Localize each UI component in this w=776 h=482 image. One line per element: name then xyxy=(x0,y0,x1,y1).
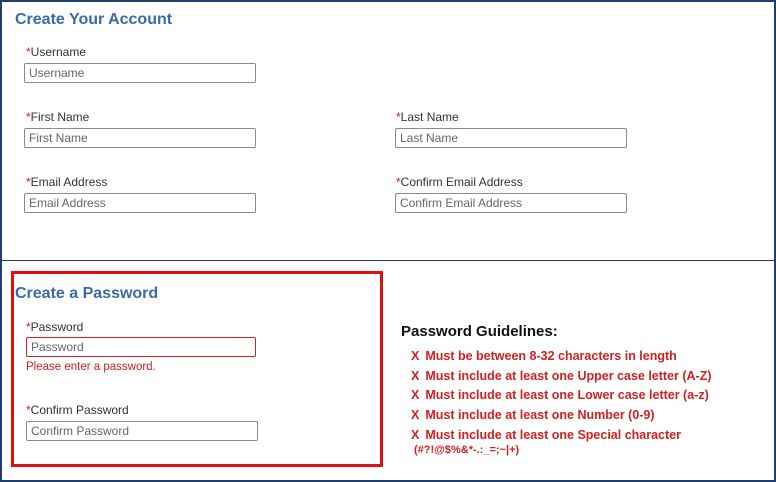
username-input[interactable] xyxy=(24,63,256,83)
confirm-email-input[interactable] xyxy=(395,193,627,213)
fail-x-icon: X xyxy=(411,368,420,383)
special-characters-list: (#?!@$%&*-.:_=;~|+) xyxy=(414,444,520,456)
password-input[interactable] xyxy=(26,337,256,357)
fail-x-icon: X xyxy=(411,388,420,403)
fail-x-icon: X xyxy=(411,408,420,423)
confirm-password-label: *Confirm Password xyxy=(26,403,129,417)
username-label: *Username xyxy=(26,45,87,59)
last-name-label: *Last Name xyxy=(396,110,459,124)
email-input[interactable] xyxy=(24,193,256,213)
create-account-form: Create Your Account *Username *First Nam… xyxy=(0,0,776,482)
section-divider xyxy=(2,260,774,261)
fail-x-icon: X xyxy=(411,427,420,442)
first-name-input[interactable] xyxy=(24,128,256,148)
password-error-message: Please enter a password. xyxy=(26,361,156,373)
guideline-item: X Must include at least one Upper case le… xyxy=(411,368,712,383)
fail-x-icon: X xyxy=(411,349,420,363)
last-name-input[interactable] xyxy=(395,128,627,148)
password-section-title: Create a Password xyxy=(15,285,159,302)
password-guidelines-title: Password Guidelines: xyxy=(401,323,558,340)
password-label: *Password xyxy=(26,320,84,334)
guideline-item: X Must include at least one Special chara… xyxy=(411,427,681,442)
confirm-password-input[interactable] xyxy=(26,421,258,441)
guideline-item: X Must be between 8-32 characters in leng… xyxy=(411,349,677,363)
password-guidelines-list: X Must be between 8-32 characters in leng… xyxy=(411,347,712,445)
confirm-email-label: *Confirm Email Address xyxy=(396,175,523,189)
first-name-label: *First Name xyxy=(26,110,90,124)
guideline-item: X Must include at least one Lower case le… xyxy=(411,388,709,403)
account-section-title: Create Your Account xyxy=(15,11,173,28)
email-label: *Email Address xyxy=(26,175,108,189)
guideline-item: X Must include at least one Number (0-9) xyxy=(411,408,655,423)
